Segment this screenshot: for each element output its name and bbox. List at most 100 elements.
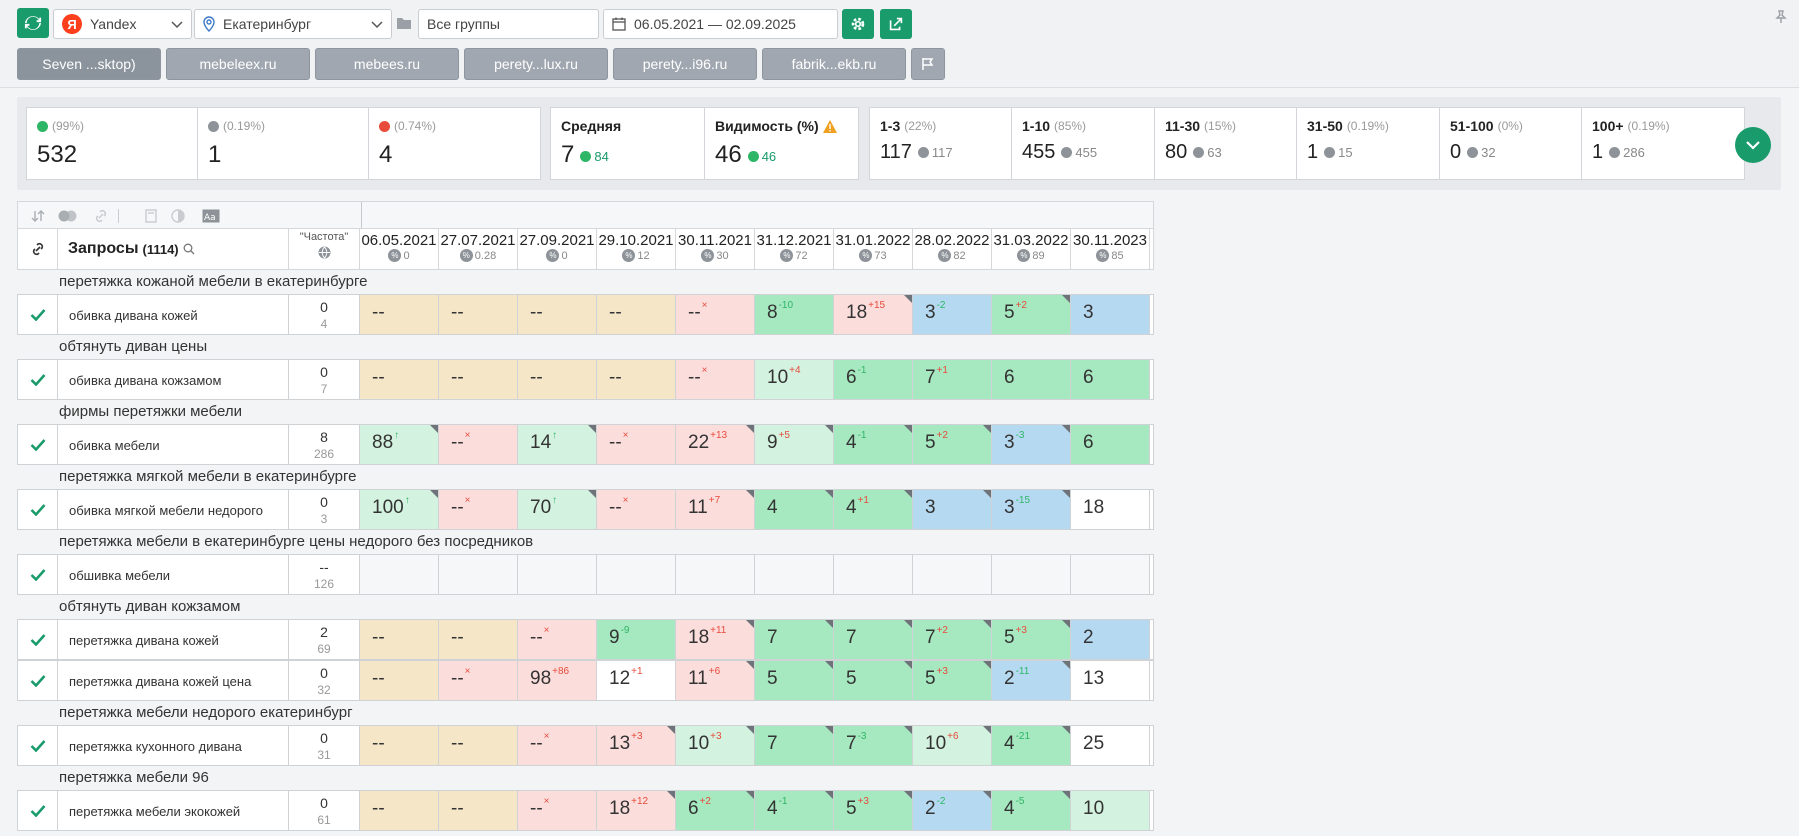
date-column-header[interactable]: 06.05.2021% 0 xyxy=(360,229,439,269)
position-cell[interactable]: 18+12 xyxy=(597,791,676,830)
position-cell[interactable]: 13+3 xyxy=(597,726,676,765)
search-engine-select[interactable]: Я Yandex xyxy=(53,9,192,39)
position-cell[interactable]: 10+6 xyxy=(913,726,992,765)
position-cell[interactable]: 88↑ xyxy=(360,425,439,464)
position-cell[interactable]: 22+13 xyxy=(676,425,755,464)
position-cell[interactable]: 18+11 xyxy=(676,620,755,659)
position-cell[interactable]: -- xyxy=(518,295,597,334)
position-cell[interactable]: 7-3 xyxy=(834,726,913,765)
position-cell[interactable]: 10 xyxy=(1071,791,1150,830)
calculator-icon[interactable] xyxy=(143,208,159,224)
position-cell[interactable] xyxy=(518,555,597,594)
position-cell[interactable]: 4+1 xyxy=(834,490,913,529)
row-checkbox[interactable] xyxy=(18,295,58,334)
position-cell[interactable] xyxy=(676,555,755,594)
position-cell[interactable]: --× xyxy=(439,425,518,464)
queries-column-header[interactable]: Запросы (1114) xyxy=(58,229,289,269)
row-checkbox[interactable] xyxy=(18,661,58,700)
query-text[interactable]: перетяжка мебели экокожей xyxy=(58,791,289,830)
date-column-header[interactable]: 31.03.2022% 89 xyxy=(992,229,1071,269)
position-cell[interactable]: -- xyxy=(360,726,439,765)
tab-project-5[interactable]: fabrik...ekb.ru xyxy=(762,48,906,80)
warning-icon[interactable] xyxy=(822,119,837,133)
position-cell[interactable]: 12+1 xyxy=(597,661,676,700)
position-cell[interactable]: 3 xyxy=(913,490,992,529)
position-cell[interactable]: --× xyxy=(518,791,597,830)
date-column-header[interactable]: 28.02.2022% 82 xyxy=(913,229,992,269)
position-cell[interactable] xyxy=(755,555,834,594)
position-cell[interactable] xyxy=(439,555,518,594)
position-cell[interactable]: --× xyxy=(518,620,597,659)
position-cell[interactable]: 3-15 xyxy=(992,490,1071,529)
collapse-stats-button[interactable] xyxy=(1735,127,1771,163)
position-cell[interactable]: 7 xyxy=(834,620,913,659)
row-checkbox[interactable] xyxy=(18,791,58,830)
position-cell[interactable]: 6 xyxy=(1071,360,1150,399)
row-checkbox[interactable] xyxy=(18,726,58,765)
query-text[interactable]: перетяжка кухонного дивана xyxy=(58,726,289,765)
position-cell[interactable]: 70↑ xyxy=(518,490,597,529)
position-cell[interactable]: 9-9 xyxy=(597,620,676,659)
link-icon[interactable] xyxy=(93,208,109,224)
position-cell[interactable]: -- xyxy=(439,620,518,659)
position-cell[interactable]: --× xyxy=(518,726,597,765)
query-text[interactable]: обивка мягкой мебели недорого xyxy=(58,490,289,529)
position-cell[interactable]: 25 xyxy=(1071,726,1150,765)
position-cell[interactable]: -- xyxy=(518,360,597,399)
position-cell[interactable]: 5+2 xyxy=(913,425,992,464)
link-column-header[interactable] xyxy=(18,229,58,269)
position-cell[interactable]: 4 xyxy=(755,490,834,529)
row-checkbox[interactable] xyxy=(18,490,58,529)
position-cell[interactable]: --× xyxy=(439,661,518,700)
position-cell[interactable]: 11+6 xyxy=(676,661,755,700)
date-column-header[interactable]: 31.12.2021% 72 xyxy=(755,229,834,269)
date-column-header[interactable]: 31.01.2022% 73 xyxy=(834,229,913,269)
position-cell[interactable]: 2 xyxy=(1071,620,1150,659)
position-cell[interactable]: 9+5 xyxy=(755,425,834,464)
position-cell[interactable] xyxy=(992,555,1071,594)
position-cell[interactable]: --× xyxy=(597,425,676,464)
position-cell[interactable]: -- xyxy=(439,726,518,765)
toggle-icon[interactable] xyxy=(58,208,78,224)
position-cell[interactable] xyxy=(834,555,913,594)
row-checkbox[interactable] xyxy=(18,555,58,594)
query-text[interactable]: обивка дивана кожей xyxy=(58,295,289,334)
export-button[interactable] xyxy=(880,9,912,39)
tab-project-0[interactable]: Seven ...sktop) xyxy=(17,48,161,80)
query-text[interactable]: обивка мебели xyxy=(58,425,289,464)
position-cell[interactable]: 18+15 xyxy=(834,295,913,334)
position-cell[interactable]: 10+4 xyxy=(755,360,834,399)
sort-icon[interactable] xyxy=(30,208,46,224)
position-cell[interactable]: 3 xyxy=(1071,295,1150,334)
font-size-icon[interactable]: Aa xyxy=(202,208,220,224)
date-column-header[interactable]: 30.11.2021% 30 xyxy=(676,229,755,269)
region-select[interactable]: Екатеринбург xyxy=(194,9,392,39)
position-cell[interactable]: 3-2 xyxy=(913,295,992,334)
row-checkbox[interactable] xyxy=(18,425,58,464)
tab-project-4[interactable]: perety...i96.ru xyxy=(613,48,757,80)
position-cell[interactable]: 14↑ xyxy=(518,425,597,464)
position-cell[interactable]: --× xyxy=(676,360,755,399)
group-select[interactable]: Все группы xyxy=(418,9,599,39)
position-cell[interactable]: 4-5 xyxy=(992,791,1071,830)
position-cell[interactable]: --× xyxy=(597,490,676,529)
settings-button[interactable] xyxy=(842,9,874,39)
position-cell[interactable]: 5+3 xyxy=(992,620,1071,659)
position-cell[interactable]: -- xyxy=(360,661,439,700)
position-cell[interactable] xyxy=(1071,555,1150,594)
position-cell[interactable]: 7+2 xyxy=(913,620,992,659)
position-cell[interactable]: -- xyxy=(597,295,676,334)
position-cell[interactable]: 2-2 xyxy=(913,791,992,830)
position-cell[interactable]: -- xyxy=(439,360,518,399)
position-cell[interactable]: 100↑ xyxy=(360,490,439,529)
pin-icon[interactable] xyxy=(1775,10,1787,27)
position-cell[interactable] xyxy=(360,555,439,594)
position-cell[interactable]: 5+2 xyxy=(992,295,1071,334)
frequency-column-header[interactable]: "Частота" xyxy=(289,229,360,269)
position-cell[interactable]: 4-1 xyxy=(755,791,834,830)
tab-project-2[interactable]: mebees.ru xyxy=(315,48,459,80)
contrast-icon[interactable] xyxy=(170,208,186,224)
position-cell[interactable]: 7 xyxy=(755,620,834,659)
position-cell[interactable]: -- xyxy=(360,791,439,830)
position-cell[interactable]: 18 xyxy=(1071,490,1150,529)
